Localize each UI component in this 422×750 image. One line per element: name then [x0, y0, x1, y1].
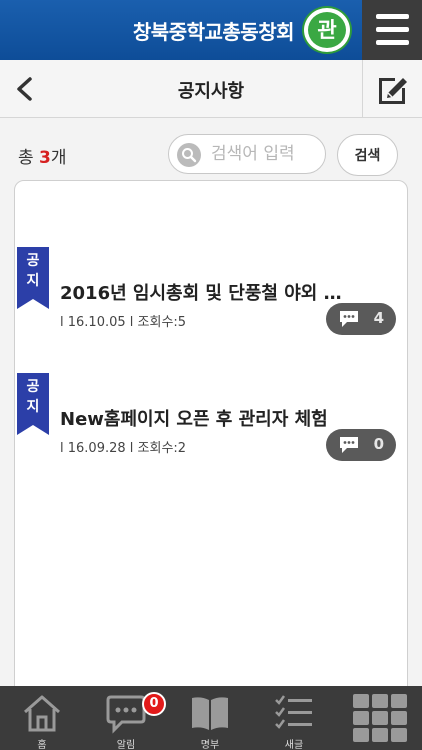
notice-date: l 16.10.05 — [60, 315, 126, 330]
page-title: 공지사항 — [177, 81, 245, 102]
bottom-tab-bar: 홈 0 알림 명부 새글 — [0, 686, 422, 750]
brand-logo-char: 관 — [308, 12, 346, 48]
notice-meta: l 16.10.05 l 조회수:5 — [60, 311, 186, 330]
notice-list: 공지 2016년 임시총회 및 단풍철 야외 행사 l 16.10.05 l 조… — [14, 180, 408, 720]
book-icon — [192, 697, 228, 730]
notice-tag: 공지 — [26, 253, 40, 289]
menu-button[interactable] — [362, 0, 422, 60]
notice-views: l 조회수:5 — [129, 315, 187, 330]
total-count: 총 3개 — [18, 143, 67, 168]
notice-date: l 16.09.28 — [60, 441, 126, 456]
comment-count-value: 0 — [373, 435, 384, 453]
tab-directory-label: 명부 — [200, 740, 220, 750]
total-count-number: 3 — [39, 148, 51, 168]
tab-news-label: 새글 — [284, 740, 304, 750]
alerts-badge: 0 — [142, 692, 166, 716]
tab-news[interactable]: 새글 — [252, 686, 336, 750]
home-icon — [24, 695, 60, 732]
comment-count[interactable]: 4 — [326, 303, 396, 335]
comment-count-value: 4 — [373, 309, 384, 327]
search-icon — [177, 143, 201, 167]
tab-alerts-label: 알림 — [116, 740, 136, 750]
app-header: 창북중학교총동창회 관 — [0, 0, 422, 60]
notice-title[interactable]: 2016년 임시총회 및 단풍철 야외 행사 — [60, 279, 350, 305]
brand-title: 창북중학교총동창회 — [132, 20, 295, 44]
brand-logo: 관 — [302, 6, 352, 54]
tab-more[interactable] — [338, 686, 422, 750]
total-count-prefix: 총 — [18, 148, 40, 168]
grid-icon — [353, 694, 407, 742]
notice-meta: l 16.09.28 l 조회수:2 — [60, 437, 186, 456]
comment-icon — [340, 437, 358, 453]
total-count-suffix: 개 — [50, 148, 67, 168]
notice-views: l 조회수:2 — [129, 441, 187, 456]
notice-title[interactable]: New홈페이지 오픈 후 관리자 체험 — [60, 405, 350, 431]
chat-bubble-icon — [106, 695, 146, 734]
checklist-icon — [275, 695, 312, 729]
tab-home[interactable]: 홈 — [0, 686, 84, 750]
edit-icon — [379, 78, 407, 104]
write-button[interactable] — [362, 60, 422, 118]
comment-count[interactable]: 0 — [326, 429, 396, 461]
sub-header: 공지사항 — [0, 60, 422, 118]
hamburger-icon — [376, 40, 409, 45]
list-item[interactable]: 공지 New홈페이지 오픈 후 관리자 체험 l 16.09.28 l 조회수:… — [15, 373, 409, 483]
comment-icon — [340, 311, 358, 327]
list-item[interactable]: 공지 2016년 임시총회 및 단풍철 야외 행사 l 16.10.05 l 조… — [15, 247, 409, 357]
notice-tag: 공지 — [26, 379, 40, 415]
hamburger-icon — [376, 14, 409, 19]
tab-home-label: 홈 — [37, 740, 47, 750]
hamburger-icon — [376, 27, 409, 32]
tab-directory[interactable]: 명부 — [168, 686, 252, 750]
tab-alerts[interactable]: 0 알림 — [84, 686, 168, 750]
search-input[interactable] — [211, 135, 321, 173]
search-box — [168, 134, 326, 174]
search-button[interactable]: 검색 — [337, 134, 398, 176]
